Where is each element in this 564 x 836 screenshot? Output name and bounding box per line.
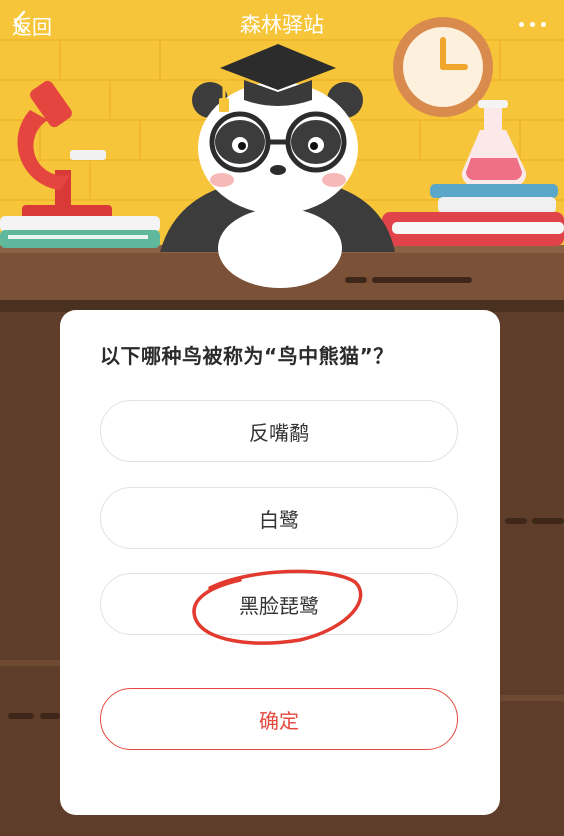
answer-option-label: 白鹭 [259, 507, 299, 532]
flask-icon [461, 100, 527, 186]
answer-option-label: 反嘴鹬 [249, 420, 309, 445]
confirm-button[interactable]: 确定 [100, 688, 458, 750]
question-text: 以下哪种鸟被称为“鸟中熊猫”？ [100, 344, 394, 368]
hero-illustration: 返回 森林驿站 [0, 0, 564, 300]
page-title: 森林驿站 [240, 13, 324, 37]
answer-option[interactable]: 白鹭 [100, 487, 458, 549]
dot-icon [519, 22, 524, 27]
answer-option-label: 黑脸琵鹭 [239, 593, 319, 618]
answer-option[interactable]: 反嘴鹬 [100, 400, 458, 462]
more-menu-button[interactable] [519, 22, 546, 27]
microscope-icon [17, 80, 112, 219]
dot-icon [541, 22, 546, 27]
answer-option[interactable]: 黑脸琵鹭 [100, 573, 458, 635]
dot-icon [530, 22, 535, 27]
top-nav-bar: 返回 森林驿站 [0, 0, 564, 52]
confirm-button-label: 确定 [259, 708, 299, 733]
quiz-card: 以下哪种鸟被称为“鸟中熊猫”？ 反嘴鹬 白鹭 黑脸琵鹭 确定 [60, 310, 500, 815]
